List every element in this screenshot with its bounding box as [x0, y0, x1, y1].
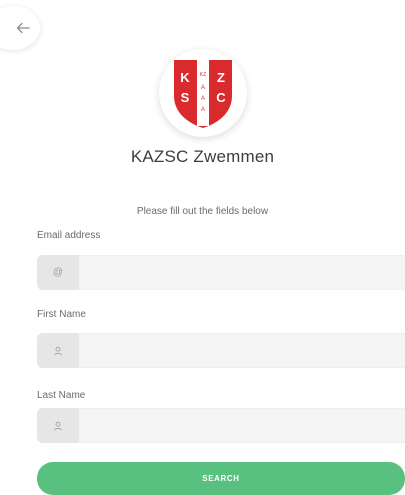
svg-text:A: A: [201, 96, 205, 102]
user-icon: [37, 408, 79, 443]
shield-icon: K Z S C KZ A A A: [174, 60, 232, 128]
first-name-input[interactable]: [79, 333, 405, 368]
svg-text:S: S: [181, 90, 190, 105]
email-field[interactable]: @: [37, 255, 405, 290]
arrow-left-icon: [16, 22, 30, 34]
last-name-input[interactable]: [79, 408, 405, 443]
first-name-label: First Name: [37, 309, 86, 320]
search-button[interactable]: SEARCH: [37, 462, 405, 495]
page-title: KAZSC Zwemmen: [130, 147, 275, 166]
svg-text:A: A: [201, 107, 205, 113]
form-instructions: Please fill out the fields below: [136, 206, 269, 217]
at-sign-icon: @: [37, 255, 79, 290]
email-input[interactable]: [79, 255, 405, 290]
svg-text:KZ: KZ: [200, 72, 206, 78]
last-name-label: Last Name: [37, 390, 86, 401]
svg-text:K: K: [180, 70, 190, 85]
first-name-field[interactable]: [37, 333, 405, 368]
club-logo: K Z S C KZ A A A: [159, 49, 247, 137]
svg-text:C: C: [216, 90, 226, 105]
svg-text:Z: Z: [217, 70, 225, 85]
back-button[interactable]: [0, 6, 40, 50]
svg-text:A: A: [201, 85, 205, 91]
email-label: Email address: [37, 230, 101, 241]
last-name-field[interactable]: [37, 408, 405, 443]
user-icon: [37, 333, 79, 368]
